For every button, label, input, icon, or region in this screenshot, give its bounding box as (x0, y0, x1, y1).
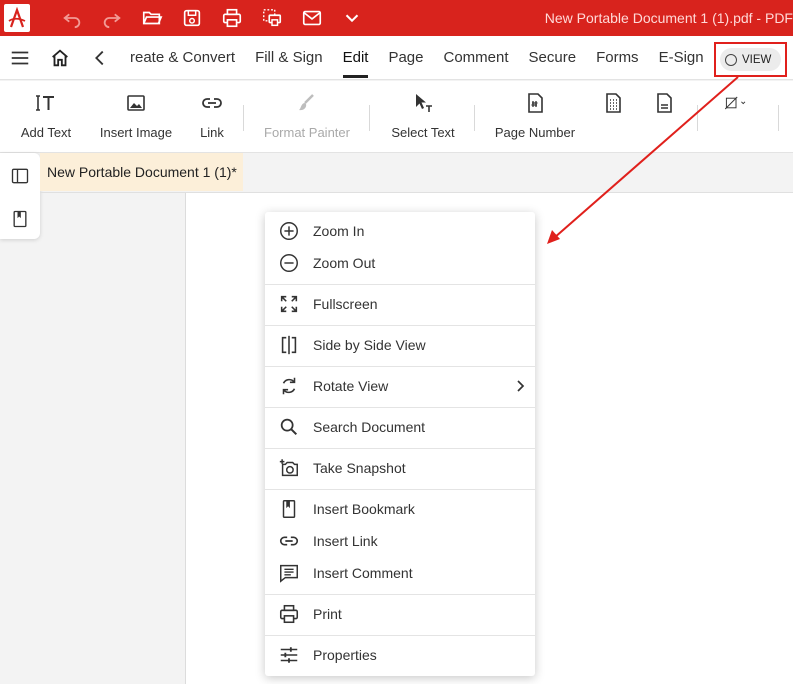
menu-separator (265, 284, 535, 285)
redo-icon[interactable] (92, 0, 132, 36)
document-tab[interactable]: New Portable Document 1 (1)* (40, 153, 243, 191)
tab-esign[interactable]: E-Sign (649, 36, 714, 80)
menu-item-search-document[interactable]: Search Document (265, 411, 535, 443)
hamburger-menu-icon[interactable] (0, 36, 40, 80)
batch-print-icon[interactable] (252, 0, 292, 36)
link-button[interactable]: Link (194, 81, 230, 153)
view-toggle-label: VIEW (742, 53, 772, 66)
tab-edit[interactable]: Edit (333, 36, 379, 80)
menu-item-insert-link[interactable]: Insert Link (265, 525, 535, 557)
menu-item-insert-comment[interactable]: Insert Comment (265, 557, 535, 589)
insert-image-button[interactable]: Insert Image (96, 81, 176, 153)
select-text-button[interactable]: Select Text (388, 81, 458, 153)
save-icon[interactable] (172, 0, 212, 36)
tab-fill-sign[interactable]: Fill & Sign (245, 36, 333, 80)
menu-item-take-snapshot[interactable]: Take Snapshot (265, 452, 535, 484)
link-icon (265, 530, 313, 552)
tab-forms[interactable]: Forms (586, 36, 649, 80)
fullscreen-icon (265, 293, 313, 315)
title-bar: New Portable Document 1 (1).pdf - PDF (0, 0, 793, 36)
home-icon[interactable] (40, 36, 80, 80)
link-icon (200, 81, 224, 125)
undo-icon[interactable] (52, 0, 92, 36)
search-icon (265, 416, 313, 438)
print-icon[interactable] (212, 0, 252, 36)
header-footer-icon (601, 81, 625, 125)
paintbrush-icon (295, 81, 319, 125)
ribbon-toolbar: Add Text Insert Image Link Format Painte… (0, 81, 793, 153)
panel-toggle-icon[interactable] (0, 156, 40, 196)
select-text-icon (411, 81, 435, 125)
comment-icon (265, 562, 313, 584)
menu-item-zoom-out[interactable]: Zoom Out (265, 247, 535, 279)
add-text-button[interactable]: Add Text (18, 81, 74, 153)
crop-dropdown-button[interactable] (716, 81, 756, 153)
tab-create-convert[interactable]: reate & Convert (120, 36, 245, 80)
tab-comment[interactable]: Comment (434, 36, 519, 80)
ribbon-divider (697, 105, 698, 131)
app-logo (0, 0, 34, 36)
menu-separator (265, 407, 535, 408)
menu-separator (265, 325, 535, 326)
add-text-icon (34, 81, 58, 125)
tab-page[interactable]: Page (378, 36, 433, 80)
menu-item-rotate-view[interactable]: Rotate View (265, 370, 535, 402)
menu-item-fullscreen[interactable]: Fullscreen (265, 288, 535, 320)
menu-separator (265, 489, 535, 490)
toggle-circle-icon (725, 53, 737, 66)
bates-number-button[interactable] (651, 81, 677, 153)
chevron-left-icon[interactable] (80, 36, 120, 80)
crop-icon (724, 81, 748, 125)
bookmark-icon (265, 498, 313, 520)
menu-item-print[interactable]: Print (265, 598, 535, 630)
menu-separator (265, 635, 535, 636)
rotate-icon (265, 375, 313, 397)
ribbon-divider (474, 105, 475, 131)
document-title: New Portable Document 1 (1).pdf - PDF (544, 10, 793, 26)
menu-item-zoom-in[interactable]: Zoom In (265, 215, 535, 247)
zoom-in-icon (265, 220, 313, 242)
format-painter-button[interactable]: Format Painter (262, 81, 352, 153)
context-menu: Zoom In Zoom Out Fullscreen Side by Side… (265, 212, 535, 676)
side-panel (0, 153, 40, 239)
menu-item-properties[interactable]: Properties (265, 639, 535, 671)
menu-separator (265, 594, 535, 595)
menu-separator (265, 448, 535, 449)
ribbon-divider (369, 105, 370, 131)
menu-item-insert-bookmark[interactable]: Insert Bookmark (265, 493, 535, 525)
open-folder-icon[interactable] (132, 0, 172, 36)
header-footer-button[interactable] (600, 81, 626, 153)
properties-icon (265, 644, 313, 666)
bookmark-panel-icon[interactable] (0, 199, 40, 239)
document-icon (652, 81, 676, 125)
menu-bar: reate & Convert Fill & Sign Edit Page Co… (0, 36, 793, 80)
app-window: New Portable Document 1 (1).pdf - PDF re… (0, 0, 793, 684)
ribbon-divider (243, 105, 244, 131)
snapshot-icon (265, 457, 313, 479)
side-by-side-icon (265, 334, 313, 356)
chevron-down-icon[interactable] (332, 0, 372, 36)
tab-secure[interactable]: Secure (519, 36, 587, 80)
print-icon (265, 603, 313, 625)
email-icon[interactable] (292, 0, 332, 36)
image-icon (124, 81, 148, 125)
view-toggle-highlight: VIEW (714, 42, 787, 77)
menu-separator (265, 366, 535, 367)
zoom-out-icon (265, 252, 313, 274)
page-number-button[interactable]: Page Number (494, 81, 576, 153)
chevron-right-icon (517, 380, 525, 392)
page-number-icon (523, 81, 547, 125)
menu-item-side-by-side[interactable]: Side by Side View (265, 329, 535, 361)
view-toggle[interactable]: VIEW (720, 48, 781, 71)
ribbon-divider (778, 105, 779, 131)
